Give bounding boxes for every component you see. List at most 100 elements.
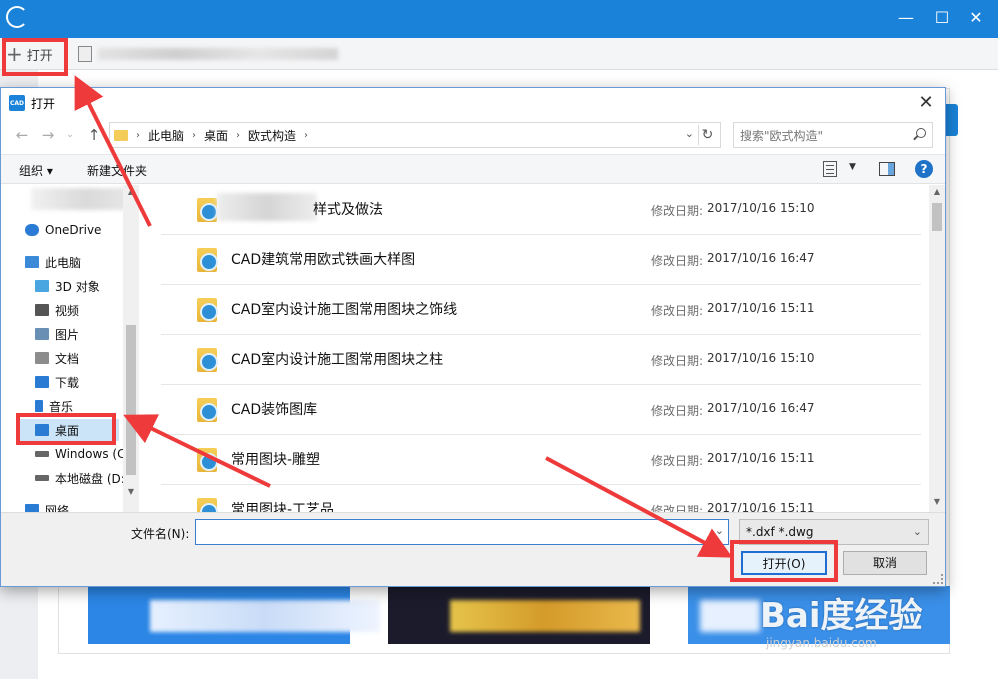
sidebar-item-network[interactable]: 网络: [25, 499, 69, 512]
drive-icon: [35, 451, 49, 457]
list-item[interactable]: 常用图块-雕塑 修改日期: 2017/10/16 15:11: [161, 435, 921, 485]
filename-input[interactable]: ⌄: [195, 519, 729, 545]
file-date-label: 修改日期:: [651, 504, 704, 512]
folder-icon: [197, 298, 218, 322]
preview-pane-icon[interactable]: [879, 162, 895, 176]
sidebar-scrollbar[interactable]: ▲ ▼: [123, 185, 139, 512]
file-list: 样式及做法 修改日期: 2017/10/16 15:10 CAD建筑常用欧式铁画…: [161, 185, 929, 512]
chevron-down-icon[interactable]: ⌄: [685, 127, 694, 140]
chevron-right-icon: ›: [192, 129, 197, 141]
sidebar-item-label: Windows (C: [55, 447, 126, 461]
forward-arrow-icon[interactable]: →: [39, 125, 57, 145]
drive-icon: [35, 475, 49, 481]
sidebar-item-this-pc[interactable]: 此电脑: [25, 251, 81, 273]
chevron-down-icon[interactable]: ▼: [849, 162, 856, 172]
command-bar: 组织 ▾ 新建文件夹 ▼ ?: [1, 154, 945, 184]
sidebar-item-label: 网络: [45, 503, 70, 513]
blurred-toolbar-area: [98, 48, 338, 60]
chevron-right-icon: ›: [236, 129, 241, 141]
download-icon: [35, 376, 49, 388]
scroll-up-icon[interactable]: ▲: [929, 185, 945, 199]
file-date-label: 修改日期:: [651, 404, 704, 418]
view-list-icon[interactable]: [823, 161, 837, 177]
scrollbar-thumb[interactable]: [126, 325, 136, 475]
sidebar-item-pictures[interactable]: 图片: [35, 323, 79, 345]
sidebar-item-label: 图片: [55, 327, 80, 342]
list-item[interactable]: CAD装饰图库 修改日期: 2017/10/16 16:47: [161, 385, 921, 435]
file-date: 2017/10/16 15:11: [707, 451, 815, 465]
highlight-toolbar-open: [2, 38, 68, 76]
maximize-button[interactable]: ☐: [932, 8, 952, 28]
scrollbar-thumb[interactable]: [932, 203, 942, 231]
file-date: 2017/10/16 15:10: [707, 351, 815, 365]
refresh-icon[interactable]: ↻: [698, 125, 716, 145]
cube-icon: [35, 280, 49, 292]
up-arrow-icon[interactable]: ↑: [85, 125, 103, 145]
list-item[interactable]: 常用图块-工艺品 修改日期: 2017/10/16 15:11: [161, 485, 921, 512]
music-icon: [35, 400, 43, 412]
app-titlebar: — ☐ ✕: [0, 0, 998, 38]
chevron-down-icon: ⌄: [912, 525, 922, 538]
document-icon[interactable]: [78, 46, 92, 62]
sidebar-item-onedrive[interactable]: OneDrive: [25, 219, 101, 241]
help-icon[interactable]: ?: [915, 160, 933, 178]
search-input[interactable]: 搜索"欧式构造": [733, 122, 933, 148]
file-date-label: 修改日期:: [651, 454, 704, 468]
file-date: 2017/10/16 15:11: [707, 501, 815, 512]
folder-icon: [114, 129, 128, 141]
list-item[interactable]: CAD室内设计施工图常用图块之饰线 修改日期: 2017/10/16 15:11: [161, 285, 921, 335]
sidebar-item-label: 此电脑: [45, 255, 82, 270]
list-item[interactable]: 样式及做法 修改日期: 2017/10/16 15:10: [161, 185, 921, 235]
list-item[interactable]: CAD建筑常用欧式铁画大样图 修改日期: 2017/10/16 16:47: [161, 235, 921, 285]
watermark-url: jingyan.baidu.com: [766, 636, 877, 650]
sidebar-item-downloads[interactable]: 下载: [35, 371, 79, 393]
back-arrow-icon[interactable]: ←: [13, 125, 31, 145]
sidebar-item-windows-c[interactable]: Windows (C: [35, 443, 125, 465]
sidebar-item-local-disk-d[interactable]: 本地磁盘 (D:: [35, 467, 125, 489]
file-date-label: 修改日期:: [651, 354, 704, 368]
folder-icon: [197, 398, 218, 422]
organize-button[interactable]: 组织 ▾: [19, 162, 53, 179]
file-name: CAD室内设计施工图常用图块之饰线: [231, 302, 458, 318]
scroll-up-icon[interactable]: ▲: [123, 185, 139, 199]
chevron-down-icon[interactable]: ⌄: [715, 524, 724, 537]
video-icon: [35, 304, 49, 316]
sidebar-item-3d-objects[interactable]: 3D 对象: [35, 275, 100, 297]
blurred-banner-text: [150, 600, 380, 632]
address-bar[interactable]: › 此电脑 › 桌面 › 欧式构造 › ⌄ ↻: [109, 122, 721, 148]
cloud-icon: [25, 224, 39, 236]
sidebar-item-documents[interactable]: 文档: [35, 347, 79, 369]
chevron-right-icon: ›: [136, 129, 140, 141]
highlight-open-button: [730, 540, 838, 582]
list-item[interactable]: CAD室内设计施工图常用图块之柱 修改日期: 2017/10/16 15:10: [161, 335, 921, 385]
recent-dropdown-icon[interactable]: ⌄: [61, 125, 79, 145]
folder-icon: [197, 198, 218, 222]
cancel-button[interactable]: 取消: [843, 551, 927, 575]
breadcrumb-this-pc[interactable]: 此电脑: [148, 127, 184, 144]
open-file-dialog: CAD 打开 ✕ ← → ⌄ ↑ › 此电脑 › 桌面 › 欧式构造 › ⌄ ↻…: [0, 87, 946, 587]
file-date: 2017/10/16 16:47: [707, 401, 815, 415]
breadcrumb: › 此电脑 › 桌面 › 欧式构造 ›: [128, 127, 316, 144]
minimize-button[interactable]: —: [896, 8, 916, 28]
dialog-title: 打开: [31, 96, 56, 111]
file-name: 样式及做法: [313, 202, 383, 218]
file-list-scrollbar[interactable]: ▲ ▼: [929, 185, 945, 512]
blurred-filename: [217, 193, 317, 221]
breadcrumb-desktop[interactable]: 桌面: [204, 127, 228, 144]
close-window-button[interactable]: ✕: [966, 8, 986, 28]
breadcrumb-folder[interactable]: 欧式构造: [248, 127, 296, 144]
baidu-watermark: Bai度经验 jingyan.baidu.com: [760, 588, 950, 668]
search-icon[interactable]: [916, 128, 926, 138]
new-folder-button[interactable]: 新建文件夹: [87, 162, 147, 179]
resize-grip[interactable]: [933, 574, 943, 584]
file-date-label: 修改日期:: [651, 204, 704, 218]
chevron-right-icon: ›: [304, 129, 309, 141]
navigation-bar: ← → ⌄ ↑ › 此电脑 › 桌面 › 欧式构造 › ⌄ ↻ 搜索"欧式构造": [1, 122, 945, 148]
dialog-close-button[interactable]: ✕: [915, 92, 937, 114]
scroll-down-icon[interactable]: ▼: [123, 485, 139, 499]
file-date-label: 修改日期:: [651, 304, 704, 318]
sidebar-item-videos[interactable]: 视频: [35, 299, 79, 321]
scroll-down-icon[interactable]: ▼: [929, 495, 945, 509]
navigation-pane: OneDrive 此电脑 3D 对象 视频 图片 文档 下载 音乐 桌面 Win…: [1, 185, 139, 512]
file-date: 2017/10/16 15:10: [707, 201, 815, 215]
